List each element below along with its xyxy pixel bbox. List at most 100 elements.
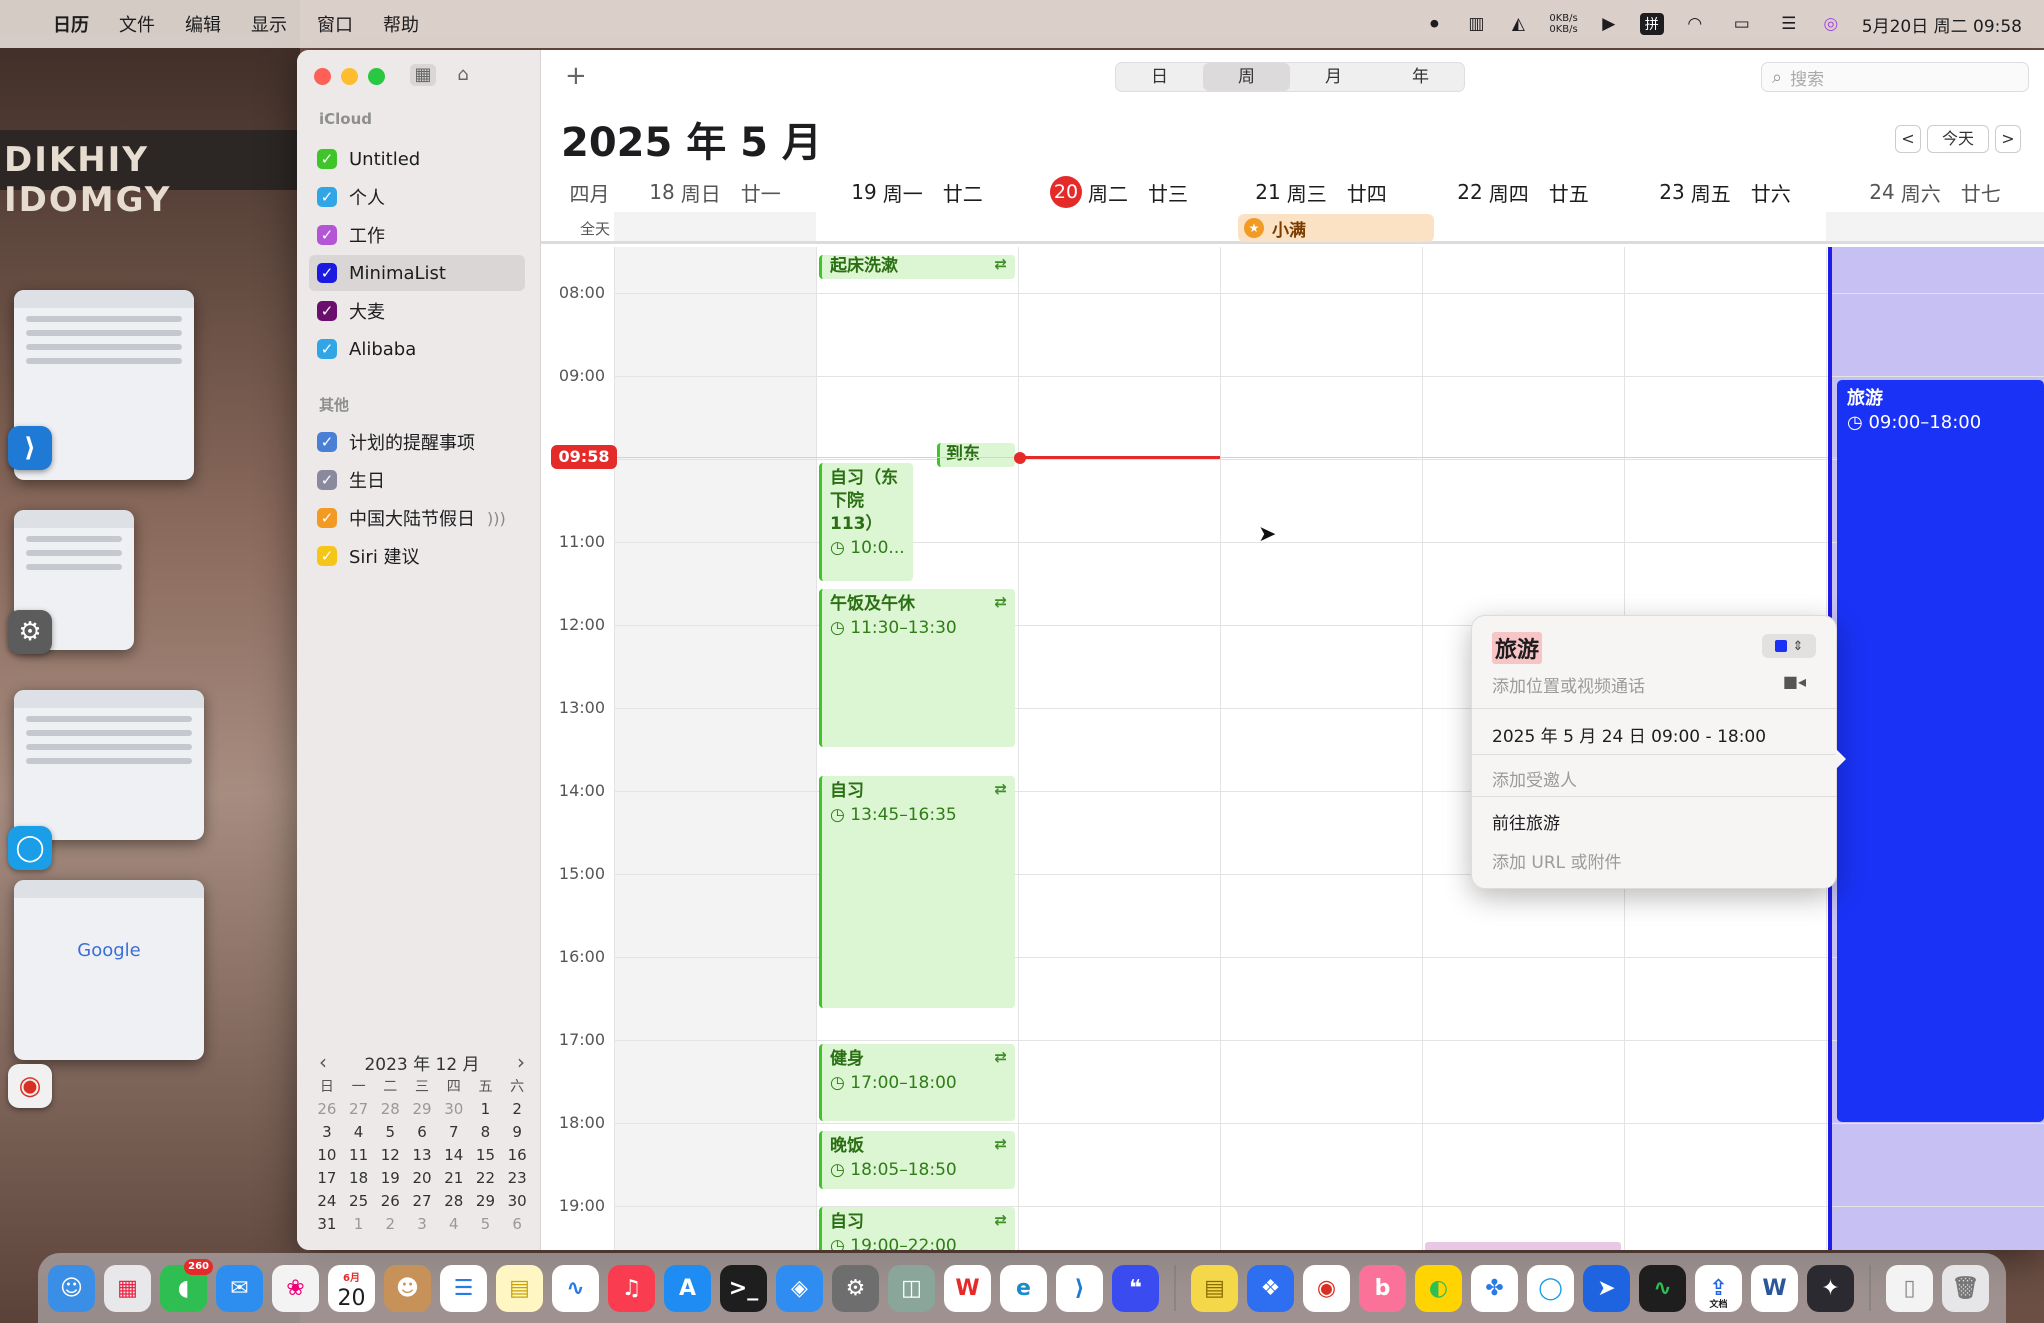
edge-icon[interactable]: e — [1000, 1264, 1047, 1312]
calendar-checkbox[interactable]: ✓ — [317, 432, 337, 452]
popover-event-title[interactable]: 旅游 — [1492, 632, 1543, 664]
mini-day[interactable]: 16 — [501, 1146, 533, 1164]
mini-day[interactable]: 1 — [470, 1100, 502, 1118]
mini-prev-icon[interactable]: ‹ — [311, 1050, 335, 1074]
wanwan-icon[interactable]: ◐ — [1415, 1264, 1462, 1312]
document-icon[interactable]: ▯ — [1886, 1264, 1933, 1312]
wps-icon[interactable]: W — [944, 1264, 991, 1312]
calendar-item-siri[interactable]: ✓ Siri 建议 — [309, 538, 525, 574]
siri-icon[interactable]: ◎ — [1820, 13, 1842, 35]
calendar-item-holidays[interactable]: ✓ 中国大陆节假日 ))) — [309, 500, 525, 536]
settings-icon[interactable]: ⚙ — [8, 610, 52, 654]
event-workout[interactable]: 健身 ◷ 17:00–18:00 ⇄ — [819, 1044, 1015, 1121]
day-header-today[interactable]: 20 周二 廿三 — [1018, 172, 1220, 212]
chrome-icon[interactable]: ◉ — [8, 1064, 52, 1108]
messages-icon[interactable]: ◖ 260 — [160, 1258, 213, 1312]
mini-next-icon[interactable]: › — [509, 1050, 533, 1074]
day-header-19[interactable]: 19 周一 廿二 — [816, 172, 1018, 212]
menu-help[interactable]: 帮助 — [368, 11, 434, 37]
browser-thumbnail[interactable]: Google — [14, 880, 204, 1060]
freeform-icon[interactable]: ∿ — [552, 1264, 599, 1312]
mini-day[interactable]: 4 — [343, 1123, 375, 1141]
trash-icon[interactable]: 🗑 — [1942, 1264, 1989, 1312]
calendar-checkbox[interactable]: ✓ — [317, 187, 337, 207]
url-attachment-field[interactable]: 添加 URL 或附件 — [1492, 848, 1622, 873]
event-lunch-rest[interactable]: 午饭及午休 ◷ 11:30–13:30 ⇄ — [819, 589, 1015, 747]
calendar-checkbox[interactable]: ✓ — [317, 508, 337, 528]
mini-day[interactable]: 3 — [311, 1123, 343, 1141]
network-speed[interactable]: 0KB/s 0KB/s — [1549, 13, 1577, 35]
mini-day[interactable]: 12 — [374, 1146, 406, 1164]
bilibili-icon[interactable]: b — [1359, 1264, 1406, 1312]
menu-edit[interactable]: 编辑 — [170, 11, 236, 37]
event-study-afternoon[interactable]: 自习 ◷ 13:45–16:35 ⇄ — [819, 776, 1015, 1008]
calendar-checkbox[interactable]: ✓ — [317, 546, 337, 566]
app-store-icon[interactable]: A — [664, 1264, 711, 1312]
calendar-list-icon[interactable]: ▦ — [410, 64, 436, 86]
event-date-range[interactable]: 2025 年 5 月 24 日 09:00 - 18:00 — [1492, 722, 1766, 747]
mini-day[interactable]: 31 — [311, 1215, 343, 1233]
mini-day[interactable]: 10 — [311, 1146, 343, 1164]
view-tab-day[interactable]: 日 — [1116, 63, 1203, 91]
preview-icon[interactable]: ◫ — [888, 1264, 935, 1312]
mini-day[interactable]: 29 — [406, 1100, 438, 1118]
calendar-item-minimalist[interactable]: ✓ MinimaList — [309, 255, 525, 291]
calendar-checkbox[interactable]: ✓ — [317, 470, 337, 490]
mini-day[interactable]: 6 — [501, 1215, 533, 1233]
mini-day[interactable]: 5 — [470, 1215, 502, 1233]
event-travel[interactable]: 旅游 ◷ 09:00–18:00 — [1837, 380, 2044, 1122]
calendar-checkbox[interactable]: ✓ — [317, 149, 337, 169]
upload-app-icon[interactable]: ⇪ 文档 — [1695, 1264, 1742, 1312]
next-week-button[interactable]: > — [1995, 125, 2021, 153]
stats-icon[interactable]: ▥ — [1465, 13, 1487, 35]
calendar-item-alibaba[interactable]: ✓ Alibaba — [309, 331, 525, 367]
partial-event[interactable] — [1425, 1242, 1621, 1250]
event-to-dongxia[interactable]: 到东下… — [937, 443, 1015, 467]
add-event-button[interactable]: + — [565, 60, 587, 92]
stickies-icon[interactable]: ▤ — [1191, 1264, 1238, 1312]
calendar-checkbox[interactable]: ✓ — [317, 339, 337, 359]
view-tab-year[interactable]: 年 — [1377, 63, 1464, 91]
calendar-item-untitled[interactable]: ✓ Untitled — [309, 141, 525, 177]
mini-day[interactable]: 27 — [343, 1100, 375, 1118]
day-header-18[interactable]: 18 周日 廿一 — [614, 172, 816, 212]
control-center-icon[interactable]: ☰ — [1778, 13, 1800, 35]
menu-file[interactable]: 文件 — [104, 11, 170, 37]
vpn-icon[interactable]: ◭ — [1507, 13, 1529, 35]
window-thumbnail[interactable] — [14, 690, 204, 840]
mini-day[interactable]: 11 — [343, 1146, 375, 1164]
mini-day[interactable]: 20 — [406, 1169, 438, 1187]
event-study-morning[interactable]: 自习（东下院113） ◷ 10:0... — [819, 463, 913, 581]
chrome-dock-icon[interactable]: ◉ — [1303, 1264, 1350, 1312]
feishu-icon[interactable]: ❖ — [1247, 1264, 1294, 1312]
chat-icon[interactable]: ◯ — [8, 826, 52, 870]
mini-day[interactable]: 25 — [343, 1192, 375, 1210]
davinci-icon[interactable]: ✦ — [1807, 1264, 1854, 1312]
mini-day[interactable]: 15 — [470, 1146, 502, 1164]
inbox-icon[interactable]: ⌂ — [450, 64, 476, 86]
mini-day[interactable]: 24 — [311, 1192, 343, 1210]
mini-day[interactable]: 2 — [374, 1215, 406, 1233]
mini-day[interactable]: 30 — [438, 1100, 470, 1118]
mini-day[interactable]: 19 — [374, 1169, 406, 1187]
event-dinner[interactable]: 晚饭 ◷ 18:05–18:50 ⇄ — [819, 1131, 1015, 1189]
video-call-icon[interactable]: ■◂ — [1783, 672, 1806, 691]
calendar-app-icon[interactable]: 6月 20 — [328, 1264, 375, 1312]
day-header-23[interactable]: 23 周五 廿六 — [1624, 172, 1826, 212]
day-header-21[interactable]: 21 周三 廿四 — [1220, 172, 1422, 212]
mini-day[interactable]: 8 — [470, 1123, 502, 1141]
event-study-evening[interactable]: 自习 ◷ 19:00–22:00 ⇄ — [819, 1207, 1015, 1250]
send-icon[interactable]: ➤ — [1583, 1264, 1630, 1312]
calendar-item-work[interactable]: ✓ 工作 — [309, 217, 525, 253]
record-icon[interactable]: ⏺ — [1423, 13, 1445, 35]
mini-day[interactable]: 29 — [470, 1192, 502, 1210]
menu-clock[interactable]: 5月20日 周二 09:58 — [1862, 12, 2022, 37]
travel-notes-field[interactable]: 前往旅游 — [1492, 809, 1560, 834]
holiday-event-xiaoman[interactable]: ★ 小满 — [1238, 214, 1434, 242]
safari-icon[interactable]: ◈ — [776, 1264, 823, 1312]
mini-day[interactable]: 5 — [374, 1123, 406, 1141]
mini-day[interactable]: 23 — [501, 1169, 533, 1187]
calendar-checkbox[interactable]: ✓ — [317, 263, 337, 283]
calendar-checkbox[interactable]: ✓ — [317, 301, 337, 321]
view-tab-week[interactable]: 周 — [1203, 63, 1290, 91]
